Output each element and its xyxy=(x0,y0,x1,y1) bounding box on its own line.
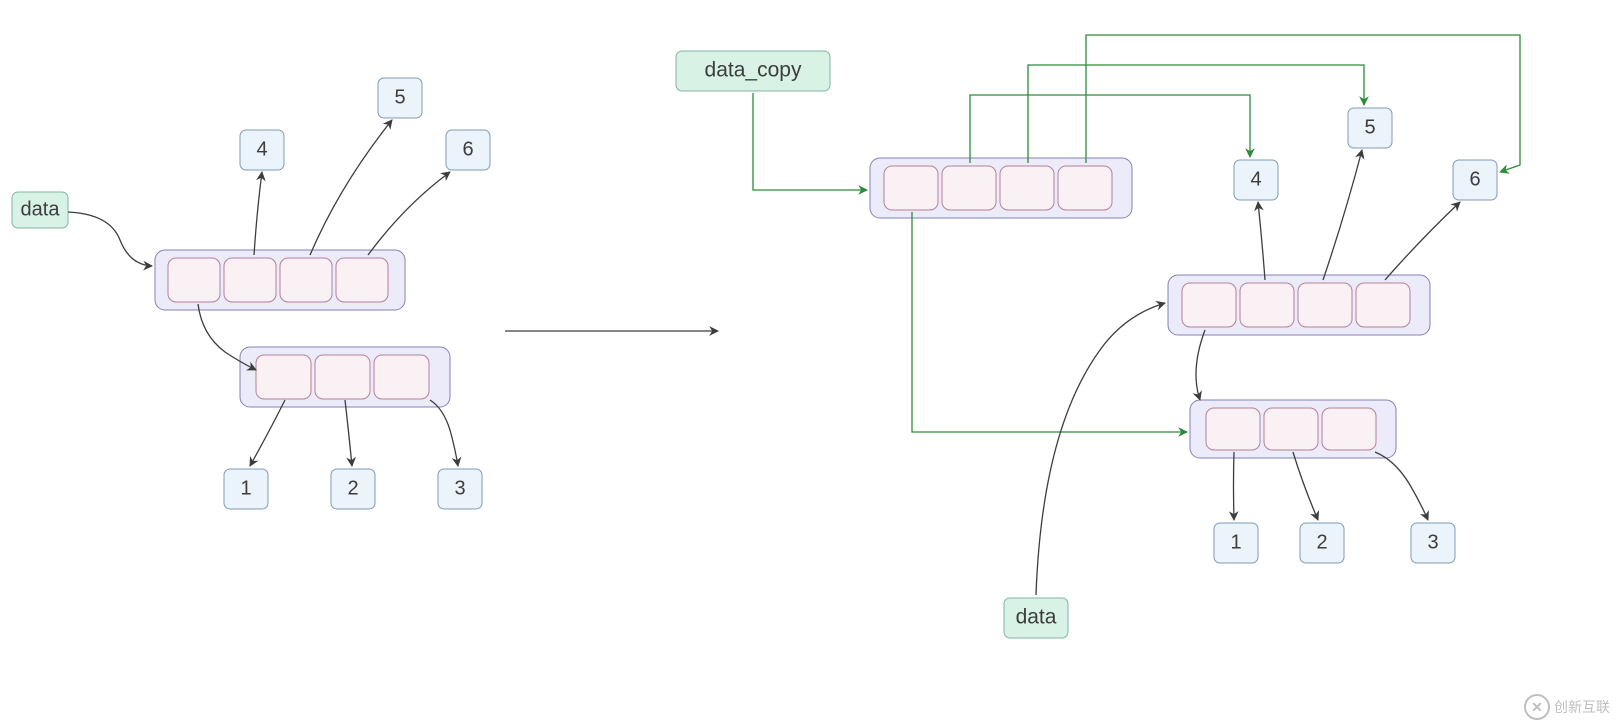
right-arrow-datacopy-to-copylist xyxy=(753,93,867,190)
right-arrow-orig-to-innerlist xyxy=(1196,330,1205,400)
left-arrow-to-1 xyxy=(250,400,285,466)
left-num-3: 3 xyxy=(454,477,465,499)
left-num-5: 5 xyxy=(394,86,405,108)
right-datacopy-label: data_copy xyxy=(705,59,802,82)
left-bottom-list xyxy=(240,347,450,407)
right-arrow-orig-to-6 xyxy=(1385,202,1460,280)
left-arrow-to-2 xyxy=(345,400,352,466)
right-arrow-inner-to-1 xyxy=(1234,452,1235,520)
right-arrow-copy-to-4 xyxy=(970,95,1250,163)
right-arrow-inner-to-3 xyxy=(1375,452,1428,520)
right-arrow-orig-to-5 xyxy=(1323,150,1362,280)
left-diagram: data 4 5 6 1 2 3 xyxy=(12,78,490,509)
right-copy-list xyxy=(870,158,1132,218)
right-arrow-copy-to-6 xyxy=(1086,35,1520,172)
right-inner-list xyxy=(1190,400,1396,458)
watermark: ✕ 创新互联 xyxy=(1524,694,1610,720)
right-orig-list xyxy=(1168,275,1430,335)
left-num-4: 4 xyxy=(256,138,267,160)
right-num-5: 5 xyxy=(1364,116,1375,138)
watermark-text: 创新互联 xyxy=(1554,697,1610,717)
watermark-icon: ✕ xyxy=(1524,694,1550,720)
left-data-label: data xyxy=(21,198,61,220)
left-arrow-to-3 xyxy=(430,400,458,466)
left-arrow-to-5 xyxy=(310,120,392,255)
right-num-2: 2 xyxy=(1316,531,1327,553)
left-arrow-to-6 xyxy=(368,172,450,255)
left-num-2: 2 xyxy=(347,477,358,499)
right-num-3: 3 xyxy=(1427,531,1438,553)
left-num-6: 6 xyxy=(462,138,473,160)
right-arrow-inner-to-2 xyxy=(1293,452,1318,520)
right-data-label: data xyxy=(1016,606,1057,629)
right-arrow-orig-to-4 xyxy=(1258,202,1265,280)
right-arrow-data-to-origlist xyxy=(1036,303,1165,595)
right-num-1: 1 xyxy=(1230,531,1241,553)
right-arrow-copylist-to-innerlist xyxy=(912,212,1187,432)
right-diagram: data_copy data 4 xyxy=(676,35,1520,638)
left-num-1: 1 xyxy=(240,477,251,499)
right-num-6: 6 xyxy=(1469,168,1480,190)
left-top-list xyxy=(155,250,405,310)
left-arrow-to-4 xyxy=(254,172,262,255)
right-arrow-copy-to-5 xyxy=(1028,65,1364,163)
left-arrow-data-to-list xyxy=(68,212,152,266)
right-num-4: 4 xyxy=(1250,168,1261,190)
diagram-canvas: data 4 5 6 1 2 3 xyxy=(0,0,1616,724)
